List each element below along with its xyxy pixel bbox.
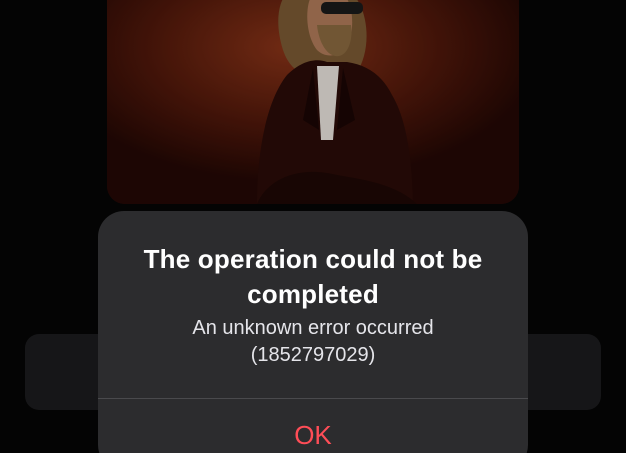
ok-button[interactable]: OK: [98, 399, 528, 453]
alert-title: The operation could not be completed: [143, 244, 483, 309]
error-alert-dialog: The operation could not be completed An …: [98, 211, 528, 453]
screen: The operation could not be completed An …: [0, 0, 626, 453]
alert-message: An unknown error occurred (1852797029): [192, 317, 434, 366]
